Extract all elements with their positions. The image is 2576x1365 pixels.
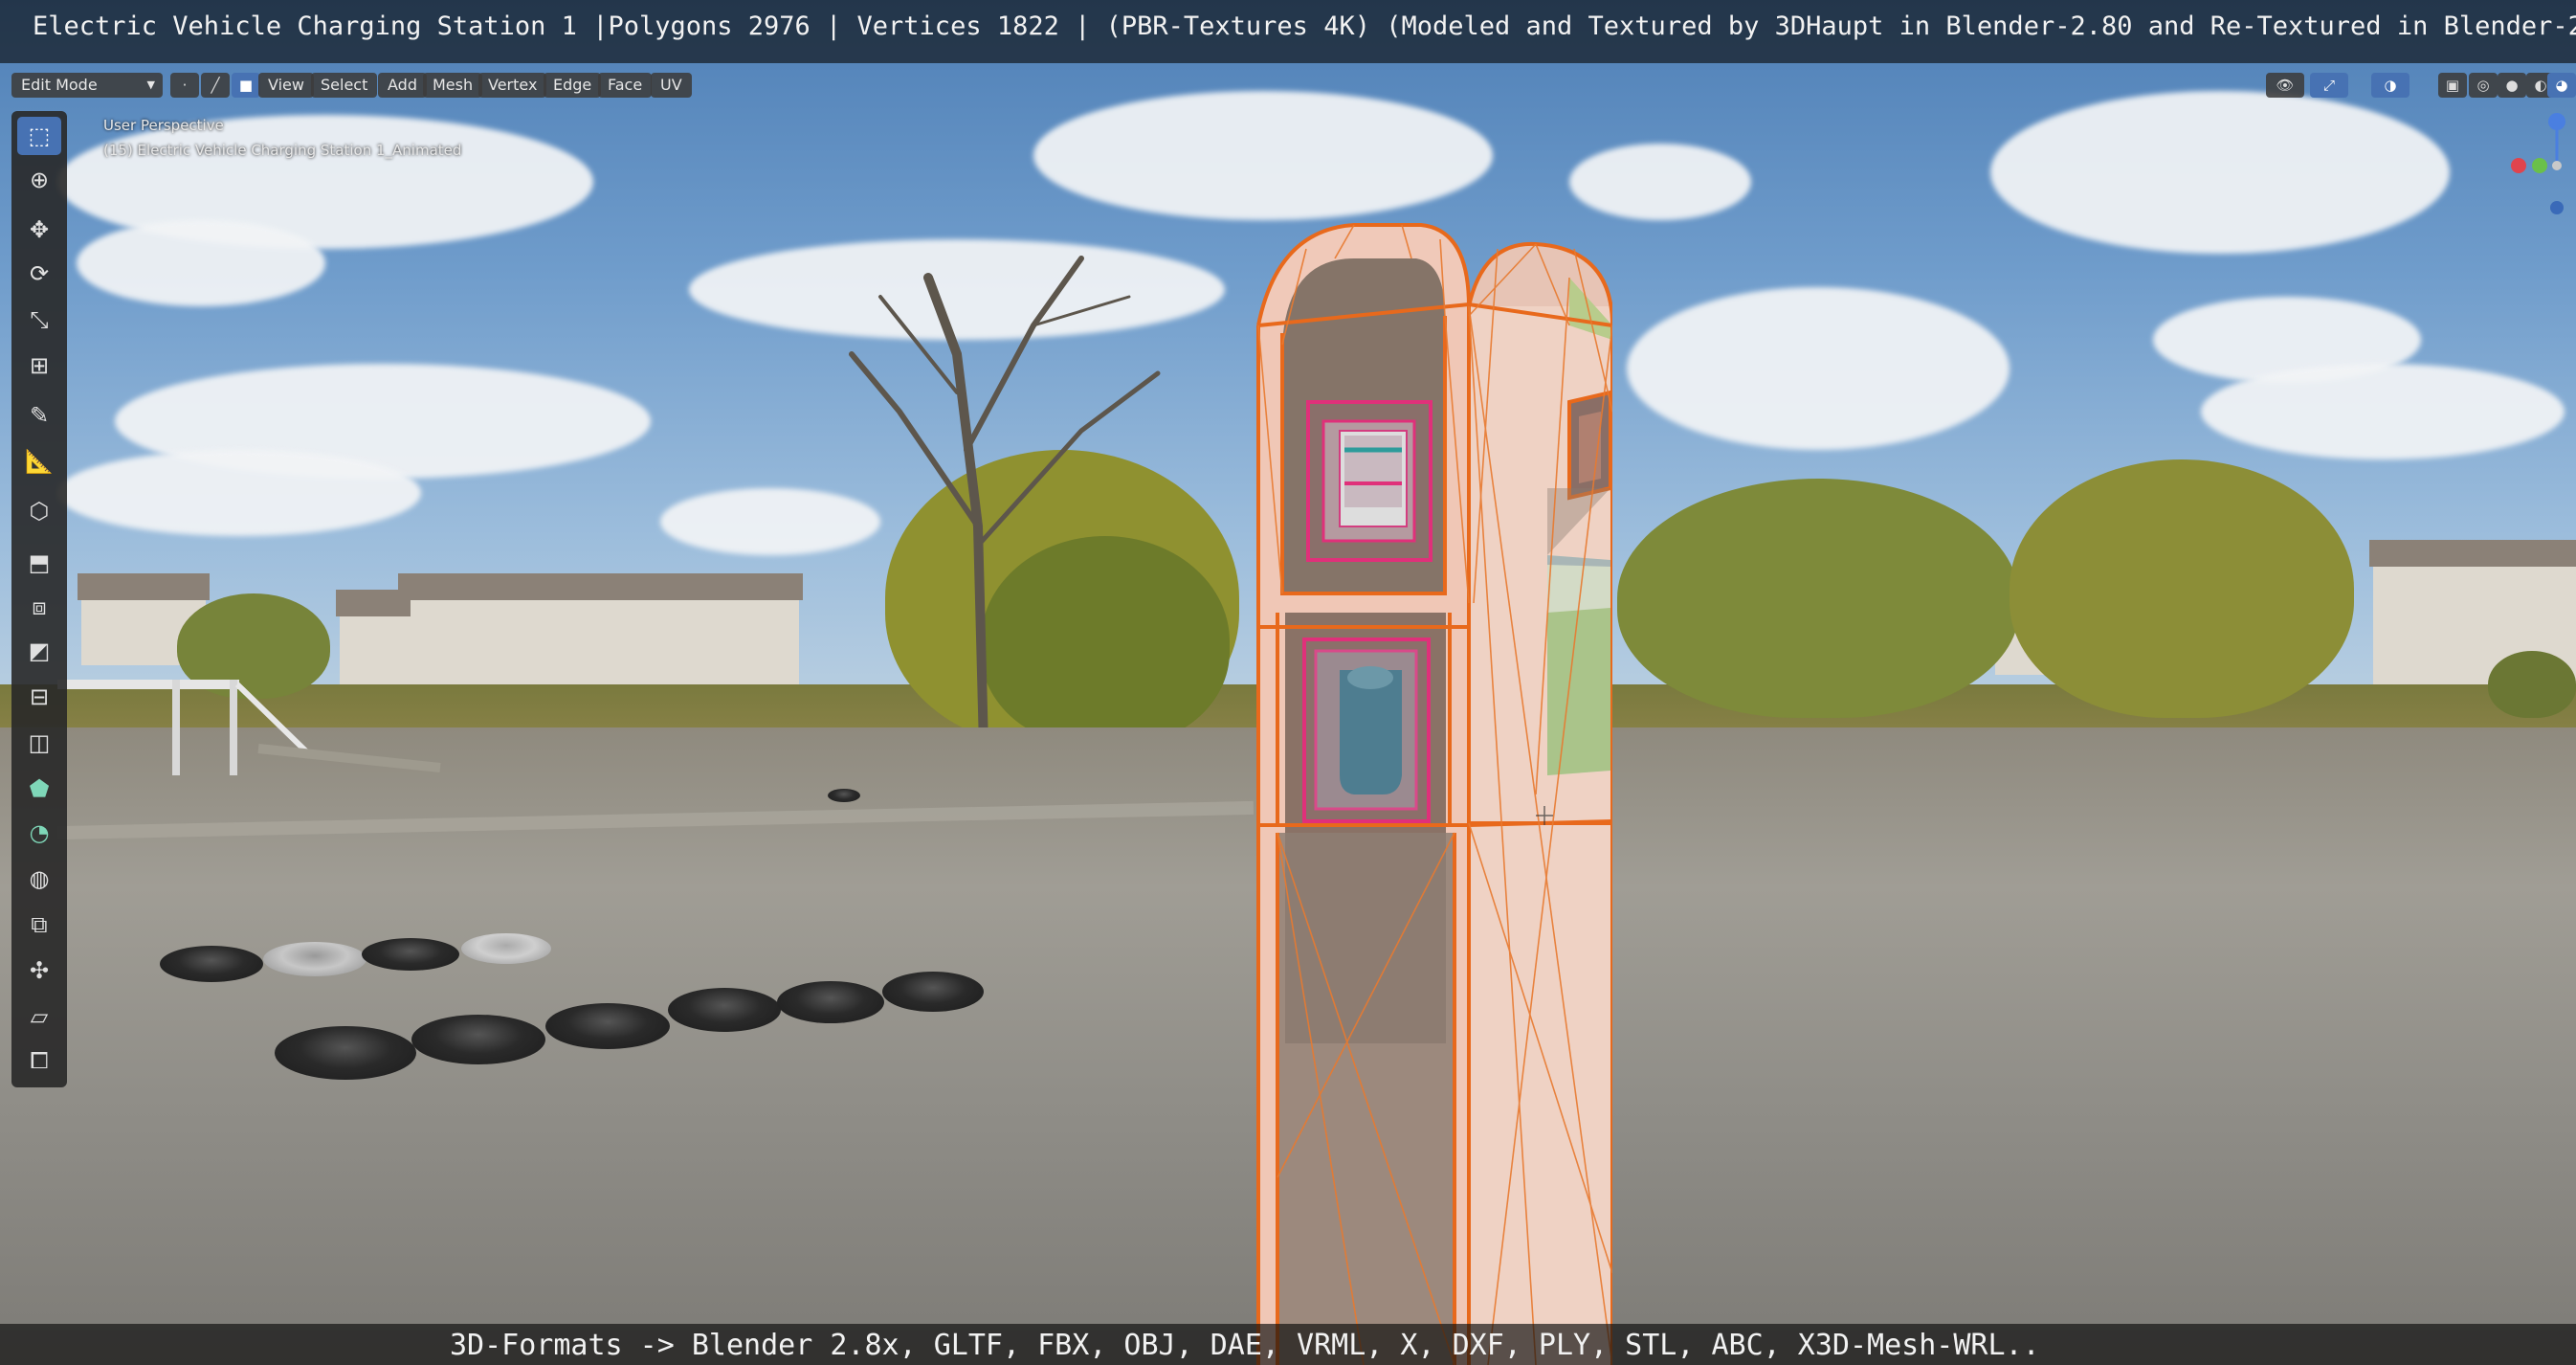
inset-icon[interactable]: ⧈	[17, 588, 61, 626]
extrude-icon[interactable]: ⬒	[17, 544, 61, 582]
tire	[160, 946, 263, 982]
poly-build-icon[interactable]: ⬟	[17, 770, 61, 808]
tire	[362, 938, 459, 971]
solid-shading-icon[interactable]: ●	[2498, 73, 2526, 98]
shear-icon[interactable]: ▱	[17, 997, 61, 1036]
cloud	[77, 220, 325, 306]
menu-add[interactable]: Add	[378, 73, 427, 98]
playground	[57, 680, 441, 775]
tire	[461, 933, 551, 964]
menu-select[interactable]: Select	[311, 73, 378, 98]
tire	[777, 981, 884, 1023]
tire	[828, 789, 860, 802]
navigation-gizmo[interactable]	[2507, 110, 2576, 225]
transform-icon[interactable]: ⊞	[17, 347, 61, 385]
knife-icon[interactable]: ◫	[17, 724, 61, 762]
viewport-info: User Perspective (15) Electric Vehicle C…	[103, 113, 461, 163]
menu-edge[interactable]: Edge	[544, 73, 602, 98]
tire	[275, 1026, 416, 1080]
gizmo-icon[interactable]: ⤢	[2310, 73, 2348, 98]
cloud	[2201, 364, 2565, 459]
title-caption: Electric Vehicle Charging Station 1 |Pol…	[0, 0, 2576, 63]
shrink-fatten-icon[interactable]: ✣	[17, 951, 61, 990]
mode-selector[interactable]: Edit Mode ▼	[11, 73, 163, 98]
rotate-icon[interactable]: ⟳	[17, 255, 61, 293]
bevel-icon[interactable]: ◩	[17, 632, 61, 670]
cloud	[1627, 287, 2010, 450]
scale-icon[interactable]: ⤡	[17, 301, 61, 339]
cloud	[1990, 91, 2450, 254]
menu-uv[interactable]: UV	[651, 73, 692, 98]
select-box-icon[interactable]: ⬚	[17, 117, 61, 155]
building	[398, 573, 803, 692]
overlay-icon[interactable]: ◑	[2371, 73, 2409, 98]
mode-label: Edit Mode	[21, 76, 98, 94]
tool-shelf: ⬚ ⊕ ✥ ⟳ ⤡ ⊞ ✎ 📐 ⬡ ⬒ ⧈ ◩ ⊟ ◫ ⬟ ◔ ◍ ⧉ ✣ ▱ …	[11, 111, 67, 1087]
perspective-label: User Perspective	[103, 117, 224, 134]
tire	[545, 1003, 670, 1049]
vertex-select-icon[interactable]: ·	[170, 73, 199, 98]
chevron-down-icon: ▼	[146, 78, 155, 91]
cloud	[1033, 91, 1493, 220]
tree	[1617, 479, 2019, 718]
move-icon[interactable]: ✥	[17, 211, 61, 249]
tree	[2488, 651, 2576, 718]
annotate-icon[interactable]: ✎	[17, 396, 61, 435]
visibility-icon[interactable]: 👁	[2266, 73, 2304, 98]
3d-viewport[interactable]	[0, 0, 2576, 1365]
tree	[2010, 459, 2354, 718]
face-select-icon[interactable]: ■	[232, 73, 260, 98]
title-text: Electric Vehicle Charging Station 1 |Pol…	[33, 11, 2576, 41]
object-label: (15) Electric Vehicle Charging Station 1…	[103, 142, 462, 159]
smooth-icon[interactable]: ◍	[17, 860, 61, 898]
spin-icon[interactable]: ◔	[17, 814, 61, 852]
rip-icon[interactable]: ⧠	[17, 1041, 61, 1080]
formats-text: 3D-Formats -> Blender 2.8x, GLTF, FBX, O…	[450, 1329, 2040, 1362]
add-cube-icon[interactable]: ⬡	[17, 492, 61, 530]
tire	[411, 1015, 545, 1064]
viewport-header: Edit Mode ▼ · ╱ ■ View Select Add Mesh V…	[0, 67, 2576, 103]
menu-mesh[interactable]: Mesh	[423, 73, 483, 98]
xray-icon[interactable]: ▣	[2438, 73, 2467, 98]
cursor-icon[interactable]: ⊕	[17, 161, 61, 199]
wireframe-shading-icon[interactable]: ◎	[2469, 73, 2498, 98]
formats-caption: 3D-Formats -> Blender 2.8x, GLTF, FBX, O…	[0, 1324, 2576, 1365]
charging-station-mesh[interactable]	[1249, 220, 1612, 1365]
loop-cut-icon[interactable]: ⊟	[17, 678, 61, 716]
edge-select-icon[interactable]: ╱	[201, 73, 230, 98]
cloud	[1569, 144, 1751, 220]
measure-icon[interactable]: 📐	[17, 442, 61, 481]
tire	[882, 972, 984, 1012]
menu-view[interactable]: View	[258, 73, 314, 98]
edge-slide-icon[interactable]: ⧉	[17, 906, 61, 944]
bare-tree	[849, 256, 1161, 751]
menu-face[interactable]: Face	[598, 73, 653, 98]
cloud	[57, 450, 421, 536]
tire	[668, 988, 781, 1032]
tire	[263, 942, 366, 976]
menu-vertex[interactable]: Vertex	[478, 73, 547, 98]
rendered-shading-icon[interactable]: ◕	[2547, 73, 2576, 98]
